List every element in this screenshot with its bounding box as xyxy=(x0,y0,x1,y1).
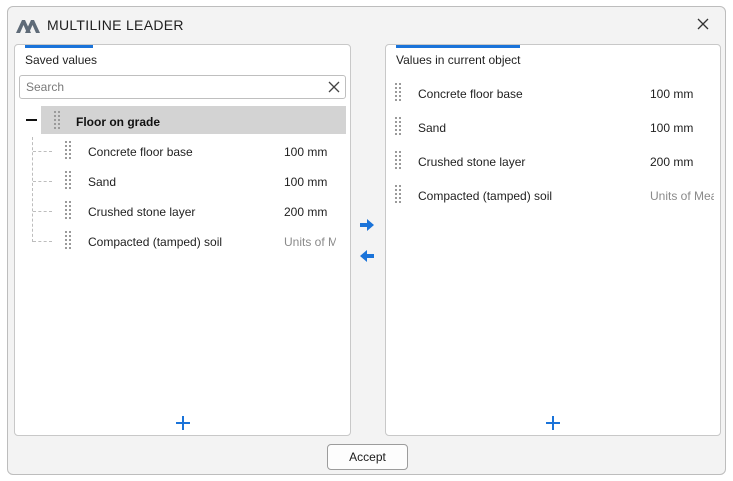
search-box xyxy=(19,75,346,99)
app-logo-icon xyxy=(16,20,40,33)
item-name: Sand xyxy=(418,121,447,135)
drag-handle-icon[interactable] xyxy=(395,117,401,135)
accept-button[interactable]: Accept xyxy=(327,444,408,470)
item-name: Compacted (tamped) soil xyxy=(88,235,223,249)
current-values-panel: Values in current object Concrete floor … xyxy=(385,44,721,436)
drag-handle-icon[interactable] xyxy=(65,231,71,249)
item-name: Crushed stone layer xyxy=(418,155,526,169)
item-name: Compacted (tamped) soil xyxy=(418,189,553,203)
arrow-right-icon[interactable] xyxy=(359,218,375,232)
item-value: 100 mm xyxy=(650,87,694,101)
drag-handle-icon[interactable] xyxy=(395,151,401,169)
group-label: Floor on grade xyxy=(76,115,160,129)
tree-connector xyxy=(33,181,52,182)
item-value: 200 mm xyxy=(650,155,694,169)
drag-handle-icon[interactable] xyxy=(395,83,401,101)
item-value: 100 mm xyxy=(650,121,694,135)
item-value: Units of M xyxy=(284,235,336,249)
clear-search-icon[interactable] xyxy=(327,80,341,94)
add-saved-value-plus-icon[interactable] xyxy=(176,416,190,430)
tree-connector xyxy=(32,137,33,242)
dialog-window: MULTILINE LEADER Saved values Floor on g… xyxy=(7,6,726,475)
panel-accent-bar xyxy=(25,45,93,48)
drag-handle-icon[interactable] xyxy=(65,171,71,189)
item-value: Units of Mea xyxy=(650,189,714,203)
tree-connector xyxy=(33,211,52,212)
item-name: Crushed stone layer xyxy=(88,205,196,219)
collapse-toggle-icon[interactable] xyxy=(26,119,37,121)
item-name: Concrete floor base xyxy=(418,87,523,101)
tree-connector xyxy=(33,151,52,152)
arrow-left-icon[interactable] xyxy=(359,249,375,263)
panel-accent-bar xyxy=(396,45,520,48)
search-input[interactable] xyxy=(26,79,316,95)
window-title: MULTILINE LEADER xyxy=(47,17,184,33)
titlebar: MULTILINE LEADER xyxy=(8,7,725,41)
drag-handle-icon[interactable] xyxy=(65,201,71,219)
saved-values-panel: Saved values Floor on grade xyxy=(14,44,351,436)
item-value: 100 mm xyxy=(284,145,328,159)
item-value: 200 mm xyxy=(284,205,328,219)
saved-values-title: Saved values xyxy=(25,53,98,67)
drag-handle-icon[interactable] xyxy=(54,111,60,129)
drag-handle-icon[interactable] xyxy=(395,185,401,203)
item-name: Sand xyxy=(88,175,117,189)
tree-connector xyxy=(33,241,52,242)
current-values-title: Values in current object xyxy=(396,53,521,67)
close-icon[interactable] xyxy=(695,16,711,32)
add-current-value-plus-icon[interactable] xyxy=(546,416,560,430)
item-name: Concrete floor base xyxy=(88,145,193,159)
drag-handle-icon[interactable] xyxy=(65,141,71,159)
item-value: 100 mm xyxy=(284,175,328,189)
